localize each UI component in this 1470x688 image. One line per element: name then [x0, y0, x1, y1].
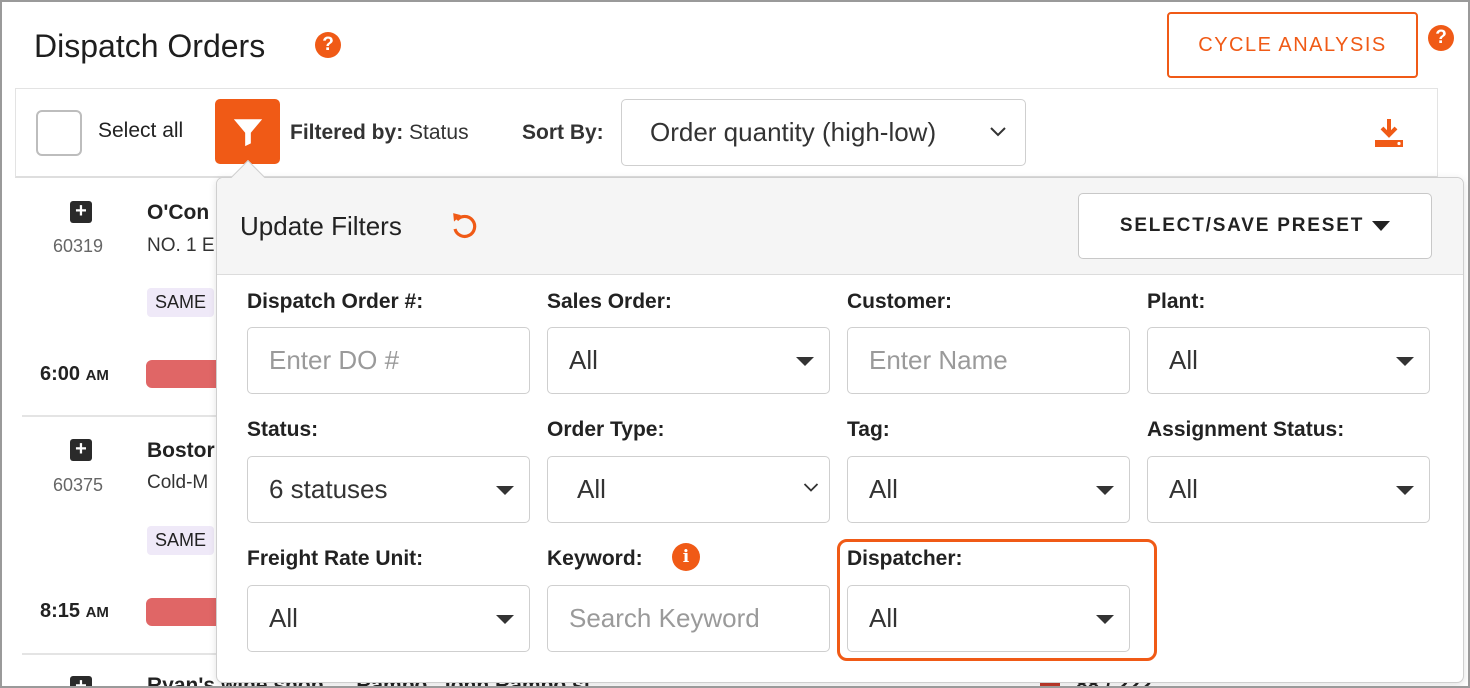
help-icon[interactable]: ? [1428, 25, 1454, 51]
tag-label: Tag: [847, 418, 890, 441]
order-product: Cold-M [147, 472, 209, 493]
assignment-status-select[interactable]: All [1147, 456, 1430, 523]
sort-by-value: Order quantity (high-low) [650, 117, 937, 147]
expand-icon[interactable]: + [70, 439, 92, 461]
sales-order-select[interactable]: All [547, 327, 830, 394]
status-label: Status: [247, 418, 319, 441]
order-type-value: All [577, 474, 606, 504]
expand-icon[interactable]: + [70, 201, 92, 223]
order-product: NO. 1 E [147, 235, 215, 256]
page-title: Dispatch Orders [34, 28, 266, 64]
order-time-ampm: AM [85, 367, 109, 384]
download-icon[interactable] [1372, 116, 1406, 150]
select-save-preset-button[interactable]: SELECT/SAVE PRESET [1078, 193, 1432, 259]
dispatch-order-label: Dispatch Order #: [247, 290, 424, 313]
chevron-down-icon [990, 127, 1006, 137]
assignment-status-value: All [1169, 474, 1198, 504]
order-type-select[interactable]: All [547, 456, 830, 523]
order-time: 8:15 AM [40, 600, 109, 623]
row-divider [22, 415, 222, 417]
select-all-label: Select all [98, 119, 184, 142]
freight-rate-unit-label: Freight Rate Unit: [247, 547, 424, 570]
caret-down-icon [1396, 357, 1414, 366]
order-time-ampm: AM [85, 604, 109, 621]
reset-icon[interactable] [449, 211, 479, 241]
chevron-down-icon [803, 483, 819, 492]
filtered-by-label: Filtered by: [290, 121, 404, 144]
order-time-value: 8:15 [40, 600, 81, 622]
filter-popover-header: Update Filters SELECT/SAVE PRESET [217, 178, 1463, 275]
order-badge: SAME [147, 288, 215, 317]
plant-label: Plant: [1147, 290, 1206, 313]
keyword-input[interactable]: Search Keyword [547, 585, 830, 652]
cycle-analysis-button[interactable]: CYCLE ANALYSIS [1167, 12, 1418, 78]
dispatch-order-input[interactable]: Enter DO # [247, 327, 530, 394]
freight-rate-unit-value: All [269, 603, 298, 633]
status-bar [146, 598, 226, 626]
plant-select[interactable]: All [1147, 327, 1430, 394]
caret-down-icon [796, 357, 814, 366]
order-id: 60375 [53, 475, 104, 495]
app-frame: Dispatch Orders ? CYCLE ANALYSIS ? Selec… [0, 0, 1470, 688]
customer-input[interactable]: Enter Name [847, 327, 1130, 394]
expand-icon[interactable]: + [70, 676, 92, 686]
filtered-by-value: Status [409, 121, 469, 144]
order-type-label: Order Type: [547, 418, 665, 441]
help-icon[interactable]: ? [315, 32, 341, 58]
update-filters-title: Update Filters [240, 211, 402, 241]
dispatcher-highlight [837, 539, 1157, 661]
caret-down-icon [1372, 221, 1391, 231]
filter-button[interactable] [215, 99, 280, 164]
funnel-icon [233, 118, 262, 146]
order-time: 6:00 AM [40, 363, 109, 386]
order-id: 60319 [53, 236, 104, 256]
tag-select[interactable]: All [847, 456, 1130, 523]
customer-label: Customer: [847, 290, 953, 313]
order-badge: SAME [147, 526, 215, 555]
order-time-value: 6:00 [40, 363, 81, 385]
order-customer[interactable]: Bostor [147, 439, 215, 463]
tag-value: All [869, 474, 898, 504]
caret-down-icon [496, 615, 514, 624]
info-icon[interactable]: i [672, 543, 700, 571]
plant-value: All [1169, 345, 1198, 375]
status-value: 6 statuses [269, 474, 388, 504]
sort-by-select[interactable]: Order quantity (high-low) [621, 99, 1026, 166]
status-bar [146, 360, 226, 388]
caret-down-icon [1096, 486, 1114, 495]
freight-rate-unit-select[interactable]: All [247, 585, 530, 652]
caret-down-icon [1396, 486, 1414, 495]
row-divider [22, 653, 222, 655]
keyword-label: Keyword: [547, 547, 643, 570]
select-all-checkbox[interactable] [36, 110, 82, 156]
filtered-by-text: Filtered by: Status [290, 121, 469, 145]
preset-label: SELECT/SAVE PRESET [1119, 215, 1365, 236]
caret-down-icon [496, 486, 514, 495]
sales-order-label: Sales Order: [547, 290, 672, 313]
sales-order-value: All [569, 345, 598, 375]
status-select[interactable]: 6 statuses [247, 456, 530, 523]
assignment-status-label: Assignment Status: [1147, 418, 1345, 441]
sort-by-label: Sort By: [522, 121, 604, 144]
order-customer[interactable]: O'Con [147, 201, 209, 225]
